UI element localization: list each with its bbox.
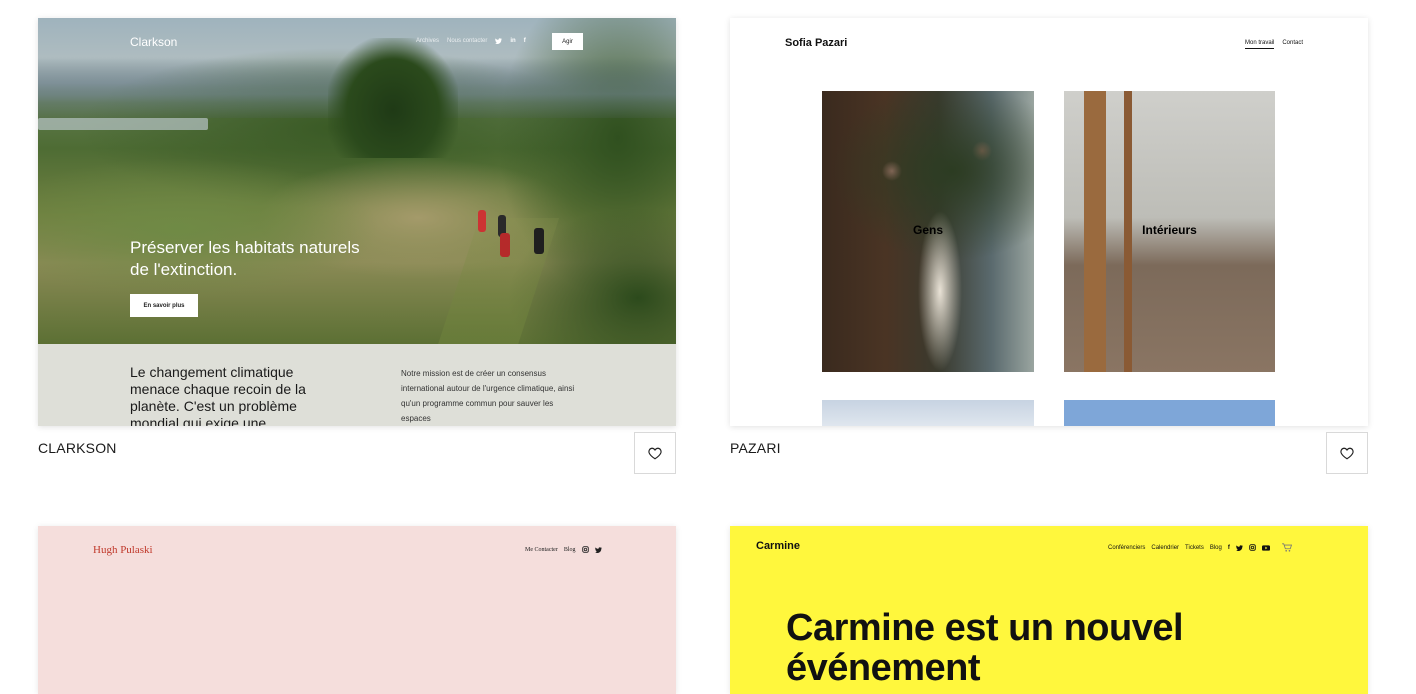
nav-item: Conférenciers	[1108, 544, 1146, 551]
hero-headline: Carmine est un nouvel événement	[786, 607, 1184, 689]
template-name: PAZARI	[730, 440, 781, 456]
intro-section: Le changement climatique menace chaque r…	[38, 344, 676, 426]
tile-label: Intérieurs	[1142, 223, 1197, 237]
template-card-pazari[interactable]: Sofia Pazari Mon travail Contact Gens In…	[730, 18, 1368, 478]
nav-item: Blog	[563, 546, 576, 553]
favorite-button[interactable]	[1326, 432, 1368, 474]
twitter-icon	[594, 546, 602, 553]
youtube-icon	[1261, 544, 1270, 551]
lake	[38, 118, 208, 130]
gallery-tile-people: Gens	[822, 91, 1034, 372]
site-brand: Hugh Pulaski	[93, 544, 153, 556]
gallery-tile-interiors: Intérieurs	[1064, 91, 1275, 372]
instagram-icon	[1249, 544, 1256, 551]
site-nav: Conférenciers Calendrier Tickets Blog f	[1108, 543, 1292, 552]
site-brand: Carmine	[756, 540, 801, 552]
hero-headline: Préserver les habitats naturels de l'ext…	[130, 238, 360, 279]
nav-item: Nous contacter	[447, 38, 488, 44]
gallery-tile-partial	[822, 400, 1034, 426]
site-nav: Archives Nous contacter in f	[416, 38, 526, 44]
agir-button: Agir	[552, 33, 583, 50]
instagram-icon	[581, 546, 589, 553]
template-preview-clarkson[interactable]: Clarkson Archives Nous contacter in f Ag…	[38, 18, 676, 426]
nav-item: Blog	[1209, 544, 1222, 551]
hiker	[478, 210, 486, 232]
site-nav: Me Contacter Blog	[525, 546, 602, 553]
gallery-tile-partial	[1064, 400, 1275, 426]
facebook-icon: f	[1227, 544, 1230, 551]
site-brand: Clarkson	[130, 35, 178, 49]
nav-item: Contact	[1282, 40, 1304, 46]
twitter-icon	[1235, 544, 1243, 551]
learn-more-button: En savoir plus	[130, 294, 198, 317]
hiker	[534, 228, 544, 254]
intro-text: Notre mission est de créer un consensus …	[401, 369, 575, 423]
twitter-icon	[495, 38, 503, 44]
nav-item: Archives	[416, 38, 440, 44]
template-card-carmine[interactable]: Carmine Conférenciers Calendrier Tickets…	[730, 526, 1368, 694]
hiker	[500, 233, 510, 257]
template-card-clarkson[interactable]: Clarkson Archives Nous contacter in f Ag…	[38, 18, 676, 478]
nav-item: Tickets	[1185, 544, 1204, 551]
nav-item: Me Contacter	[525, 546, 558, 553]
linkedin-icon: in	[510, 38, 516, 44]
heart-icon	[648, 447, 662, 459]
site-nav: Mon travail Contact	[1245, 40, 1303, 49]
heart-icon	[1340, 447, 1354, 459]
trees	[328, 38, 458, 158]
template-name: CLARKSON	[38, 440, 117, 456]
nav-item: Calendrier	[1151, 544, 1180, 551]
nav-item-active: Mon travail	[1245, 40, 1275, 49]
favorite-button[interactable]	[634, 432, 676, 474]
facebook-icon: f	[523, 38, 526, 44]
template-card-hugh-pulaski[interactable]: Hugh Pulaski Me Contacter Blog	[38, 526, 676, 694]
template-preview-hugh-pulaski[interactable]: Hugh Pulaski Me Contacter Blog	[38, 526, 676, 694]
template-preview-pazari[interactable]: Sofia Pazari Mon travail Contact Gens In…	[730, 18, 1368, 426]
cart-icon	[1281, 543, 1292, 552]
template-preview-carmine[interactable]: Carmine Conférenciers Calendrier Tickets…	[730, 526, 1368, 694]
tile-label: Gens	[912, 223, 943, 237]
site-brand: Sofia Pazari	[785, 37, 848, 49]
intro-title: Le changement climatique menace chaque r…	[130, 364, 306, 426]
